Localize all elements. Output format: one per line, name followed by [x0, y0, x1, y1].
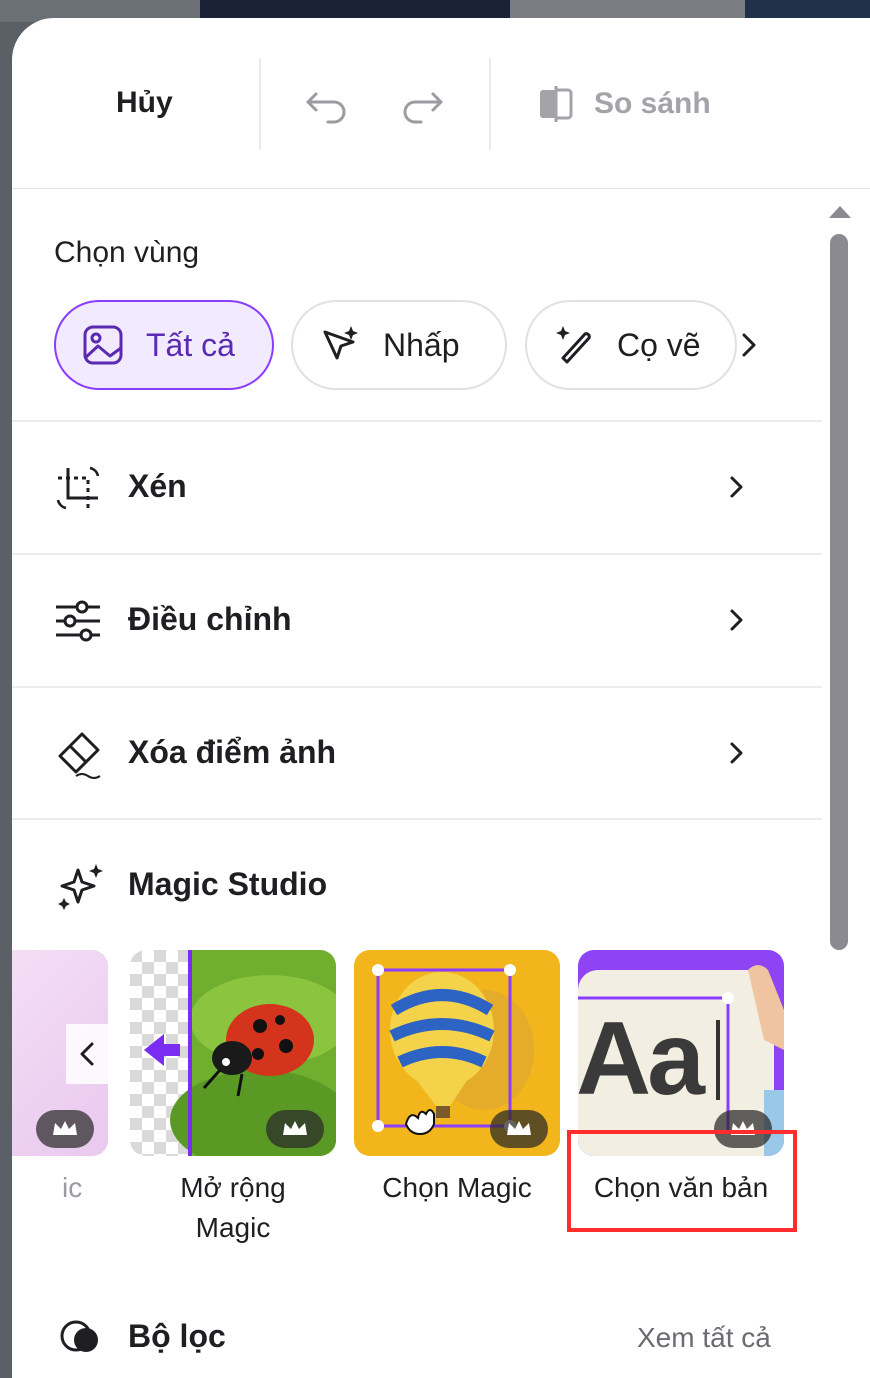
chevron-right-icon	[730, 742, 743, 764]
caption-line: Mở rộng	[180, 1172, 286, 1203]
magic-studio-title: Magic Studio	[128, 866, 328, 902]
chip-select-all[interactable]: Tất cả	[54, 300, 274, 390]
caption-line: Magic	[195, 1212, 271, 1243]
tile-caption-grab: Chọn Magic	[382, 1172, 532, 1203]
crown-icon	[490, 1110, 548, 1148]
tile-text-sample: Aa	[578, 1001, 705, 1117]
chip-label: Cọ vẽ	[617, 326, 701, 363]
tile-caption: ic	[62, 1172, 83, 1203]
see-all-link[interactable]: Xem tất cả	[637, 1322, 771, 1354]
highlight-box	[567, 1130, 797, 1232]
menu-item-label: Điều chỉnh	[128, 601, 292, 637]
chevron-right-icon[interactable]	[734, 330, 764, 360]
edit-photo-panel: Hủy So sánh Chọn vùng Tất cả Nhấp Cọ vẽ …	[12, 18, 870, 1378]
chevron-right-icon	[730, 476, 743, 498]
chip-label: Nhấp	[383, 326, 460, 363]
filters-title: Bộ lọc	[128, 1318, 226, 1354]
chip-label: Tất cả	[146, 326, 235, 363]
sparkles-icon	[58, 864, 103, 910]
chip-brush[interactable]: Cọ vẽ	[525, 300, 737, 390]
sliders-icon	[56, 600, 100, 642]
eraser-icon	[58, 732, 101, 779]
filter-icon	[60, 1320, 98, 1352]
menu-item-crop[interactable]: Xén	[12, 422, 822, 552]
redo-icon[interactable]	[397, 80, 447, 130]
magic-tile-expand[interactable]	[130, 950, 336, 1156]
compare-icon	[540, 86, 573, 122]
menu-item-label: Xóa điểm ảnh	[128, 734, 337, 770]
divider	[259, 58, 261, 150]
tile-caption-expand: Mở rộng Magic	[130, 1168, 336, 1248]
magic-tile-grab[interactable]	[354, 950, 560, 1156]
chip-click[interactable]: Nhấp	[291, 300, 507, 390]
divider	[489, 58, 491, 150]
crown-icon	[266, 1110, 324, 1148]
crop-icon	[56, 466, 100, 510]
crown-icon	[36, 1110, 94, 1148]
compare-label: So sánh	[594, 87, 711, 120]
menu-item-erase-pixels[interactable]: Xóa điểm ảnh	[12, 688, 822, 818]
scrollbar-thumb[interactable]	[830, 234, 848, 950]
menu-item-label: Xén	[128, 468, 187, 504]
sparkle-cursor-icon	[323, 326, 358, 360]
undo-icon[interactable]	[302, 80, 352, 130]
panel-toolbar: Hủy So sánh	[12, 18, 870, 189]
carousel-prev-button[interactable]	[66, 1024, 110, 1084]
chevron-right-icon	[730, 609, 743, 631]
select-region-title: Chọn vùng	[54, 236, 200, 269]
chevron-left-icon	[80, 1042, 94, 1066]
divider	[12, 818, 822, 820]
menu-item-adjust[interactable]: Điều chỉnh	[12, 555, 822, 685]
image-icon	[83, 325, 123, 365]
magic-tile-grab-text[interactable]: Aa	[578, 950, 784, 1156]
cancel-button[interactable]: Hủy	[116, 86, 173, 120]
compare-button[interactable]: So sánh	[534, 82, 711, 126]
magic-brush-icon	[556, 326, 591, 364]
scroll-up-arrow[interactable]	[829, 206, 851, 218]
